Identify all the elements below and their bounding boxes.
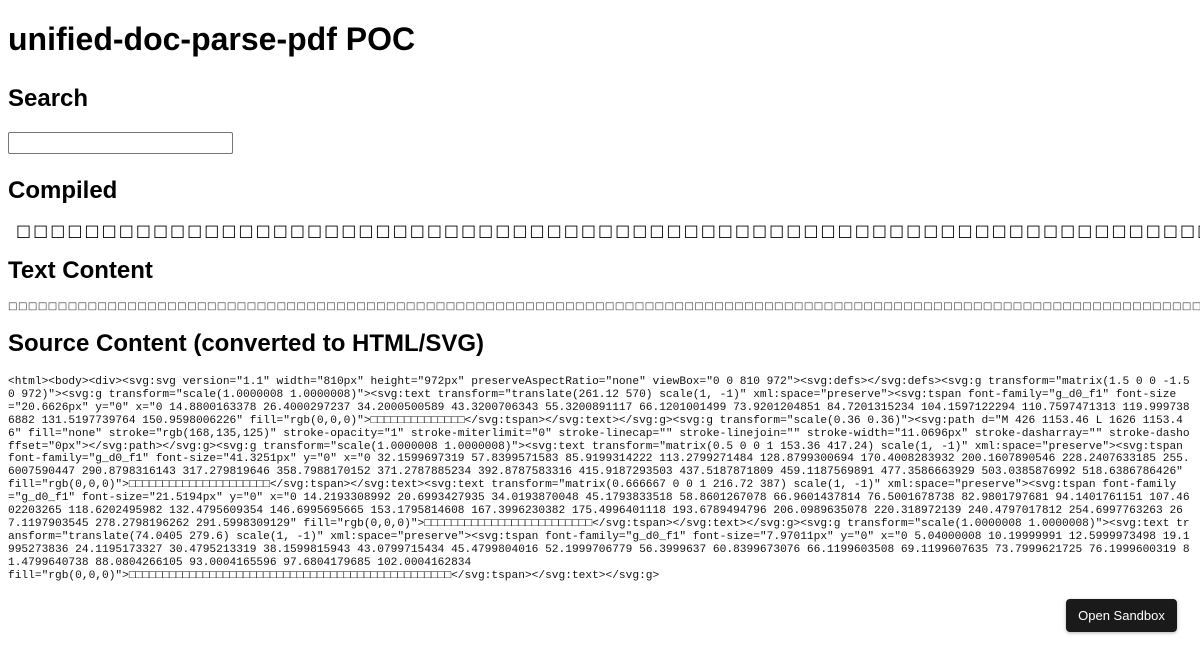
compiled-output: □□□□□□□□□□□□□□□□□□□□□□□□□□□□□□□□□□□□□□□□… bbox=[16, 221, 1200, 240]
source-content-heading: Source Content (converted to HTML/SVG) bbox=[8, 330, 485, 357]
text-content-output: □□□□□□□□□□□□□□□□□□□□□□□□□□□□□□□□□□□□□□□□… bbox=[8, 301, 1200, 312]
text-content-heading: Text Content bbox=[8, 257, 153, 284]
open-sandbox-button[interactable]: Open Sandbox bbox=[1066, 599, 1177, 632]
page: unified-doc-parse-pdf POC Search Compile… bbox=[0, 21, 1200, 583]
compiled-heading: Compiled bbox=[8, 177, 118, 204]
search-heading: Search bbox=[8, 85, 89, 112]
source-code-block: <html><body><div><svg:svg version="1.1" … bbox=[8, 376, 1190, 582]
page-title: unified-doc-parse-pdf POC bbox=[8, 21, 416, 57]
search-input[interactable] bbox=[8, 132, 233, 154]
